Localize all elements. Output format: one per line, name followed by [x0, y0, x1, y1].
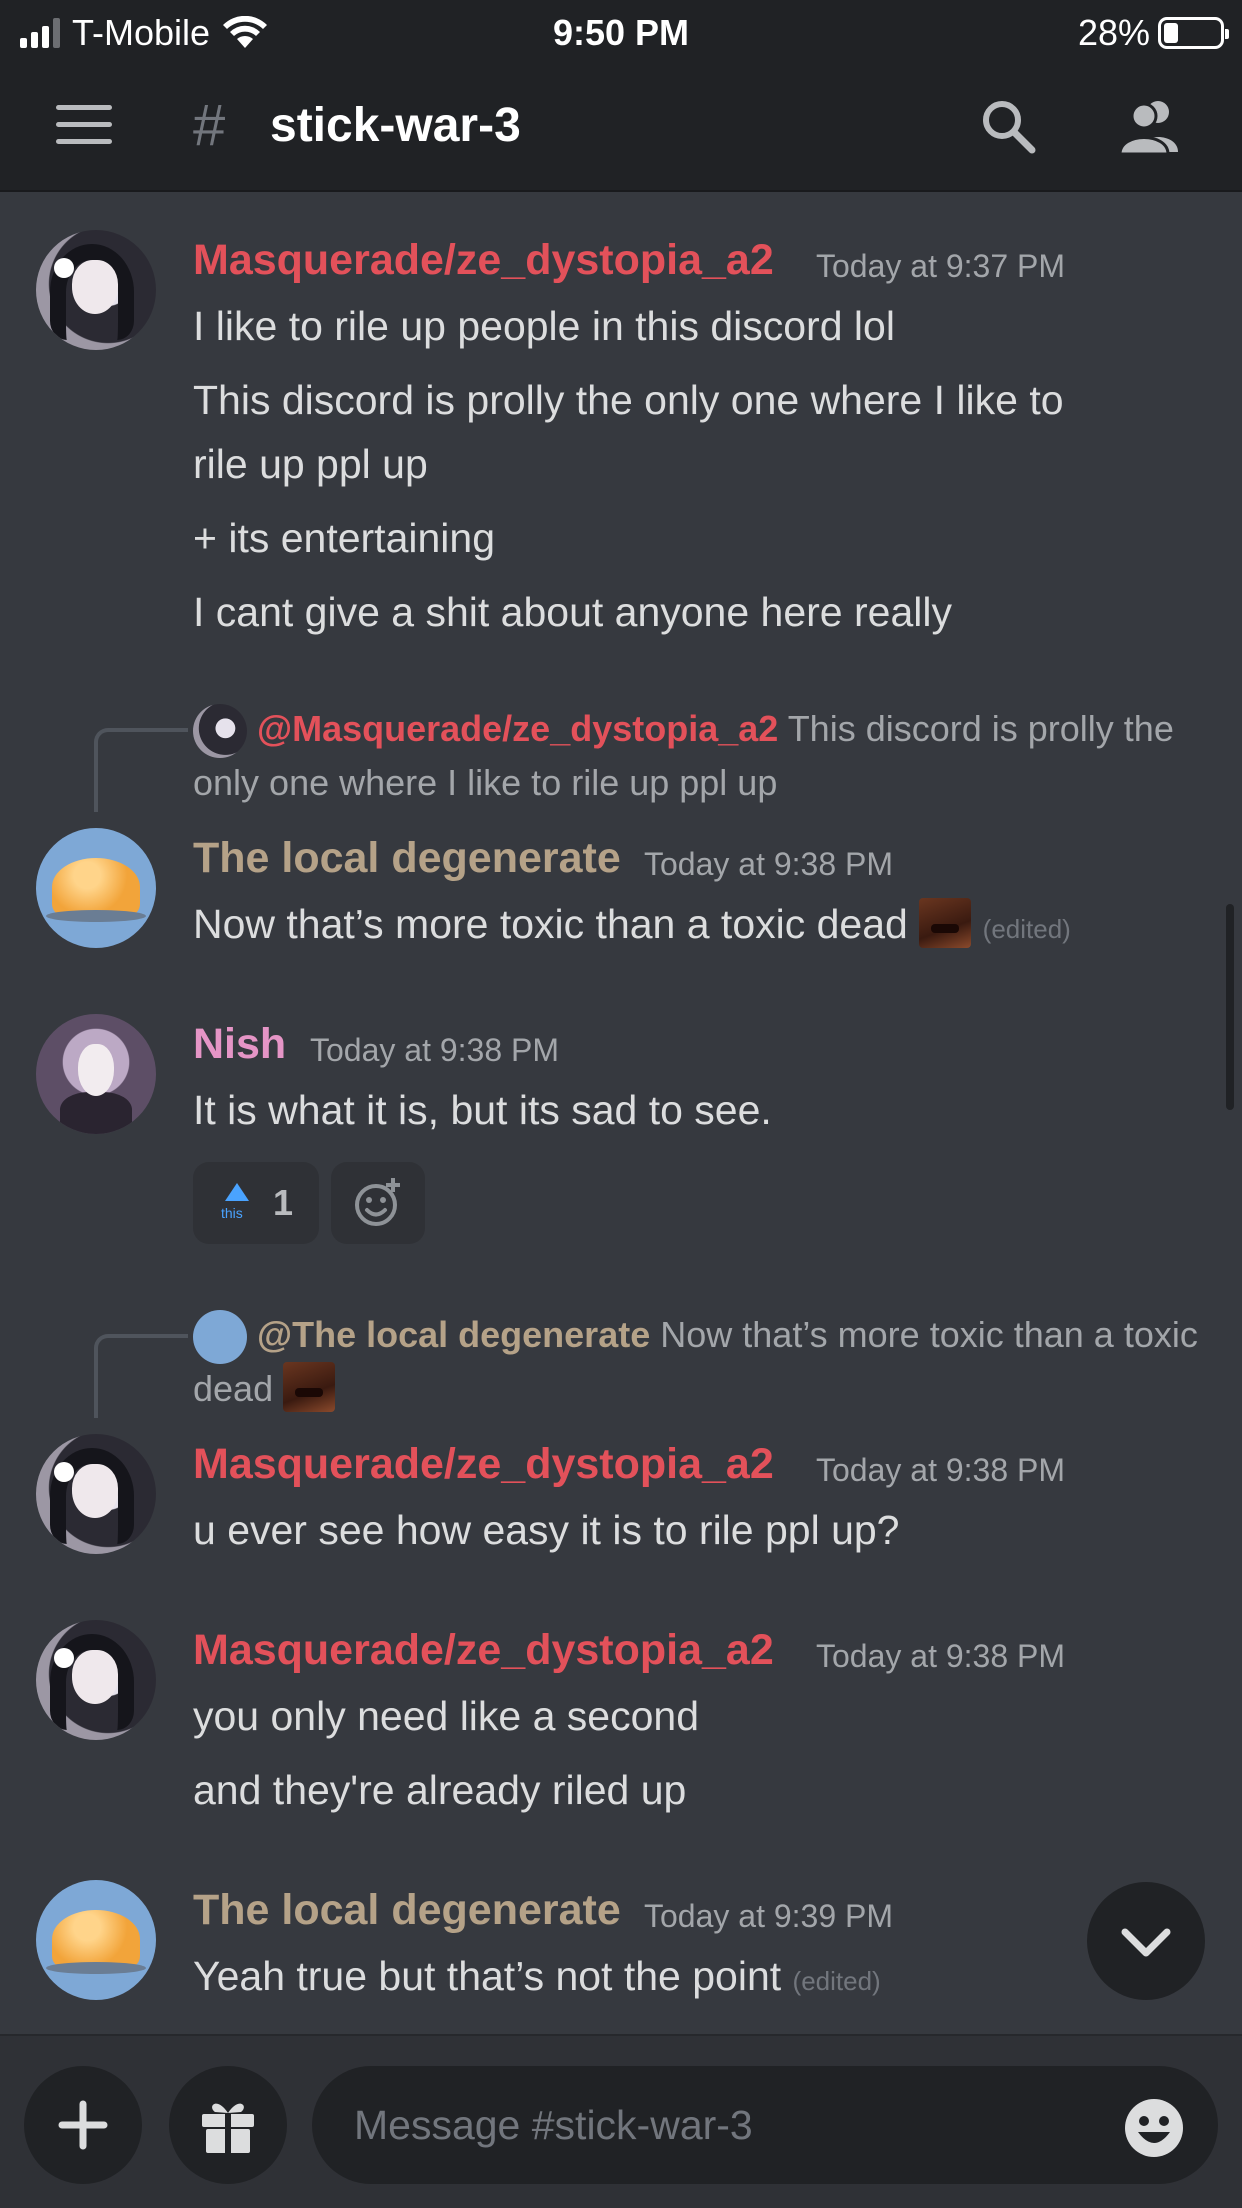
reply-snippet: This discord is prolly [787, 708, 1114, 749]
message-text: It is what it is, but its sad to see. [193, 1087, 772, 1133]
add-reaction-icon [355, 1178, 401, 1226]
message-text: Yeah true but that’s not the point (edit… [193, 1944, 881, 2013]
message-username[interactable]: Masquerade/ze_dystopia_a2 [193, 1626, 774, 1675]
attach-button[interactable] [24, 2066, 142, 2184]
avatar[interactable] [36, 1620, 156, 1740]
message-text: Now that’s more toxic than a toxic dead … [193, 892, 1071, 961]
battery-percent: 28% [1077, 12, 1150, 53]
message-body: Yeah true but that’s not the point [193, 1953, 782, 1999]
custom-emoji[interactable] [283, 1362, 336, 1413]
message-timestamp: Today at 9:37 PM [816, 248, 1066, 284]
custom-emoji[interactable] [919, 898, 972, 949]
message-text: I like to rile up people in this discord… [193, 303, 895, 349]
scrollbar[interactable] [1226, 904, 1234, 1110]
plus-icon [58, 2100, 108, 2150]
edited-tag: (edited) [982, 914, 1071, 944]
gift-button[interactable] [169, 2066, 287, 2184]
reply-preview[interactable]: @The local degenerate Now that’s more to… [193, 1308, 1203, 1416]
status-right: 28% [1077, 12, 1229, 54]
message-timestamp: Today at 9:39 PM [644, 1898, 894, 1934]
message-text: rile up ppl up [193, 441, 428, 487]
message-username[interactable]: The local degenerate [193, 1886, 621, 1935]
jump-to-bottom-button[interactable] [1087, 1882, 1205, 2000]
reply-mention[interactable]: @The local degenerate [257, 1314, 650, 1355]
message-timestamp: Today at 9:38 PM [816, 1452, 1066, 1488]
avatar[interactable] [36, 828, 156, 948]
channel-title: stick-war-3 [270, 99, 521, 152]
avatar[interactable] [36, 230, 156, 350]
message-list[interactable]: Masquerade/ze_dystopia_a2 Today at 9:37 … [0, 194, 1242, 2034]
search-icon[interactable] [978, 96, 1038, 156]
message-input[interactable] [312, 2066, 1218, 2184]
message-username[interactable]: Nish [193, 1020, 286, 1069]
edited-tag: (edited) [792, 1966, 881, 1996]
gift-icon [202, 2103, 254, 2153]
message-username[interactable]: Masquerade/ze_dystopia_a2 [193, 236, 774, 285]
reply-mention[interactable]: @Masquerade/ze_dystopia_a2 [257, 708, 778, 749]
battery-icon [1158, 17, 1229, 49]
message-text: u ever see how easy it is to rile ppl up… [193, 1507, 900, 1553]
message-username[interactable]: Masquerade/ze_dystopia_a2 [193, 1440, 774, 1489]
upvote-this-icon [219, 1181, 255, 1225]
message-text: + its entertaining [193, 515, 495, 561]
status-time: 9:50 PM [552, 12, 690, 53]
reply-connector [94, 728, 188, 812]
reaction-pill[interactable]: 1 [193, 1162, 320, 1244]
status-bar: T-Mobile 9:50 PM 28% [0, 0, 1242, 62]
add-reaction-button[interactable] [331, 1162, 426, 1244]
message-composer [0, 2034, 1242, 2208]
avatar[interactable] [36, 1014, 156, 1134]
emoji-icon[interactable] [1122, 2096, 1186, 2160]
avatar[interactable] [36, 1434, 156, 1554]
message-timestamp: Today at 9:38 PM [816, 1638, 1066, 1674]
chevron-down-icon [1121, 1928, 1171, 1957]
reactions-row: 1 [193, 1162, 426, 1244]
message-timestamp: Today at 9:38 PM [644, 846, 894, 882]
message-text: I cant give a shit about anyone here rea… [193, 589, 952, 635]
message-text: you only need like a second [193, 1693, 700, 1739]
reply-connector [94, 1334, 188, 1418]
avatar[interactable] [36, 1880, 156, 2000]
hamburger-menu-icon[interactable] [56, 105, 112, 147]
message-text: and they're already riled up [193, 1767, 687, 1813]
channel-header: # stick-war-3 [0, 62, 1242, 192]
message-timestamp: Today at 9:38 PM [310, 1032, 560, 1068]
members-icon[interactable] [1118, 96, 1184, 156]
reaction-count: 1 [273, 1182, 294, 1223]
channel-hash-icon: # [193, 93, 226, 158]
reply-snippet: Now that’s more toxic than a [660, 1314, 1114, 1355]
message-username[interactable]: The local degenerate [193, 834, 621, 883]
reply-preview[interactable]: @Masquerade/ze_dystopia_a2 This discord … [193, 702, 1203, 810]
message-body: Now that’s more toxic than a toxic dead [193, 901, 908, 947]
message-text: This discord is prolly the only one wher… [193, 377, 1064, 423]
